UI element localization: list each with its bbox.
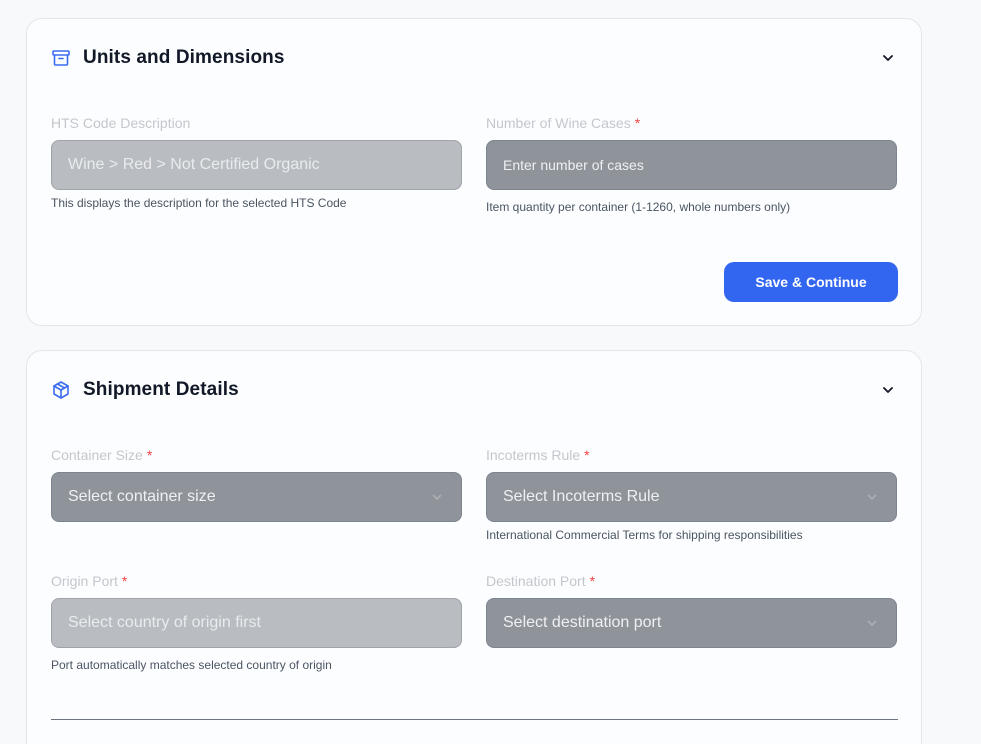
- origin-port-help: Port automatically matches selected coun…: [51, 658, 332, 672]
- required-asterisk: *: [121, 573, 128, 589]
- section-divider: [51, 719, 898, 720]
- units-dimensions-card: Units and Dimensions HTS Code Descriptio…: [26, 18, 922, 326]
- shipment-details-header[interactable]: Shipment Details: [51, 377, 897, 403]
- destination-port-label: Destination Port *: [486, 573, 596, 589]
- wine-cases-field: Number of Wine Cases * Enter number of ca…: [486, 114, 897, 214]
- required-asterisk: *: [589, 573, 596, 589]
- wine-cases-help: Item quantity per container (1-1260, who…: [486, 200, 791, 214]
- wine-cases-label: Number of Wine Cases *: [486, 115, 641, 131]
- container-size-label: Container Size *: [51, 447, 153, 463]
- hts-description-label: HTS Code Description: [51, 115, 191, 131]
- incoterms-field: Incoterms Rule * Select Incoterms Rule In…: [486, 446, 897, 542]
- incoterms-help: International Commercial Terms for shipp…: [486, 528, 803, 542]
- hts-description-field: HTS Code Description Wine > Red > Not Ce…: [51, 114, 462, 210]
- hts-description-input: Wine > Red > Not Certified Organic: [51, 140, 462, 190]
- origin-port-label: Origin Port *: [51, 573, 128, 589]
- container-size-field: Container Size * Select container size: [51, 446, 462, 522]
- incoterms-label: Incoterms Rule *: [486, 447, 590, 463]
- required-asterisk: *: [634, 115, 641, 131]
- required-asterisk: *: [584, 447, 590, 463]
- chevron-down-icon: [867, 620, 877, 627]
- origin-port-select: Select country of origin first: [51, 598, 462, 648]
- save-continue-button[interactable]: Save & Continue: [724, 262, 898, 302]
- origin-port-field: Origin Port * Select country of origin fi…: [51, 572, 462, 672]
- chevron-down-icon[interactable]: [879, 49, 897, 67]
- hts-description-help: This displays the description for the se…: [51, 196, 347, 210]
- destination-port-placeholder: Select destination port: [503, 614, 662, 631]
- section-title: Units and Dimensions: [83, 47, 285, 68]
- chevron-down-icon[interactable]: [879, 381, 897, 399]
- incoterms-select[interactable]: Select Incoterms Rule: [486, 472, 897, 522]
- destination-port-field: Destination Port * Select destination por…: [486, 572, 897, 648]
- units-dimensions-header[interactable]: Units and Dimensions: [51, 45, 897, 71]
- section-title: Shipment Details: [83, 379, 239, 400]
- container-size-placeholder: Select container size: [68, 488, 216, 505]
- chevron-down-icon: [432, 494, 442, 501]
- package-cube-icon: [51, 380, 71, 400]
- container-size-select[interactable]: Select container size: [51, 472, 462, 522]
- archive-box-icon: [51, 48, 71, 68]
- incoterms-placeholder: Select Incoterms Rule: [503, 488, 660, 505]
- wine-cases-input[interactable]: Enter number of cases: [486, 140, 897, 190]
- chevron-down-icon: [867, 494, 877, 501]
- destination-port-select[interactable]: Select destination port: [486, 598, 897, 648]
- shipment-details-card: Shipment Details Container Size * Select …: [26, 350, 922, 744]
- required-asterisk: *: [146, 447, 153, 463]
